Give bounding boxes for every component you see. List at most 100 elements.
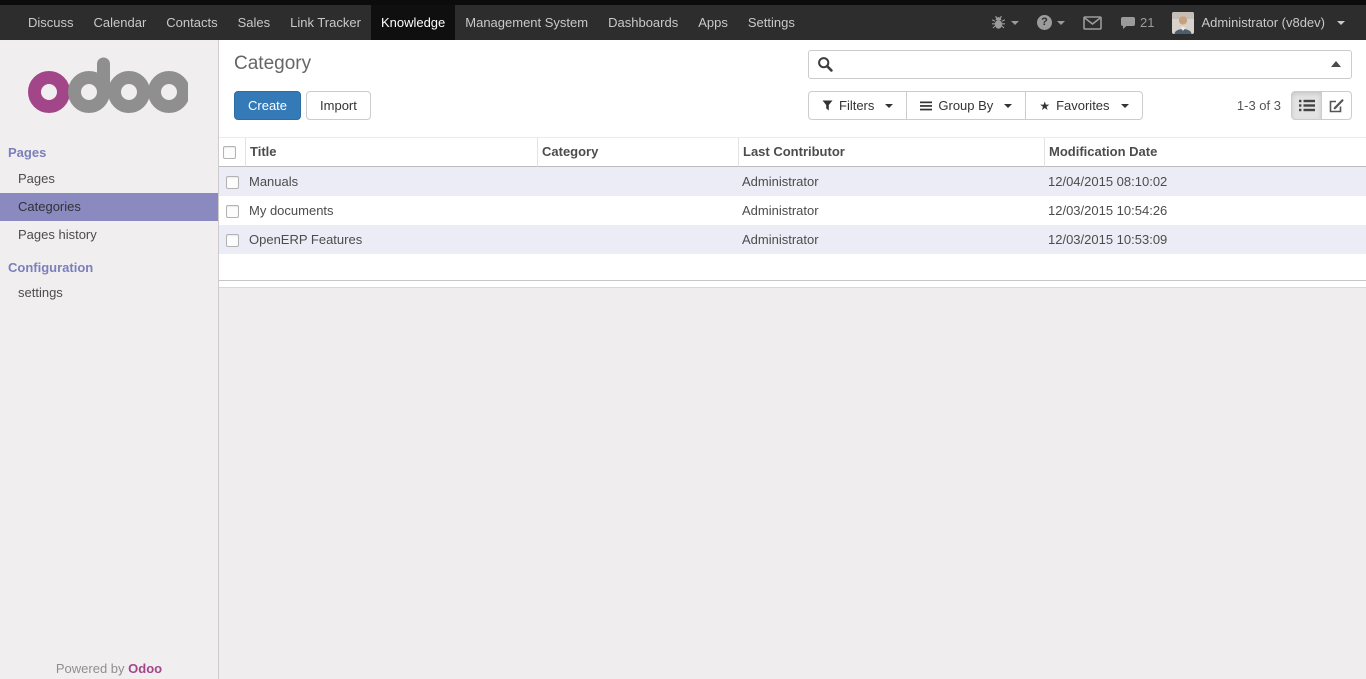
debug-menu-button[interactable]	[982, 5, 1028, 40]
view-panel: Category Create Import	[219, 40, 1366, 281]
column-header-category[interactable]: Category	[537, 137, 738, 167]
panel-footer-strip	[219, 281, 1366, 288]
group-by-icon	[920, 101, 932, 111]
page-title: Category	[234, 53, 311, 75]
avatar	[1172, 12, 1194, 34]
row-checkbox[interactable]	[226, 234, 239, 247]
cell-last-contributor: Administrator	[738, 225, 1044, 254]
records-table: Title Category Last Contributor Modifica…	[219, 137, 1366, 280]
chevron-down-icon	[1004, 104, 1012, 108]
table-row[interactable]: Manuals Administrator 12/04/2015 08:10:0…	[219, 167, 1366, 196]
sidebar-item-settings[interactable]: settings	[0, 279, 218, 307]
chevron-down-icon	[885, 104, 893, 108]
chat-bubble-icon	[1120, 16, 1136, 30]
table-row[interactable]: My documents Administrator 12/03/2015 10…	[219, 196, 1366, 225]
control-panel: Category Create Import	[219, 48, 1366, 120]
empty-row	[219, 254, 1366, 280]
systray: ? 21 Administrator (v8dev)	[982, 5, 1366, 40]
odoo-logo[interactable]	[28, 56, 188, 114]
star-icon: ★	[1039, 100, 1050, 112]
powered-by-prefix: Powered by	[56, 661, 125, 676]
powered-by-brand[interactable]: Odoo	[128, 661, 162, 676]
main-content: Category Create Import	[219, 40, 1366, 679]
help-menu-button[interactable]: ?	[1028, 5, 1074, 40]
chevron-down-icon	[1337, 21, 1345, 25]
menu-settings[interactable]: Settings	[738, 5, 805, 40]
cell-category	[537, 225, 738, 254]
user-menu[interactable]: Administrator (v8dev)	[1163, 5, 1354, 40]
menu-discuss[interactable]: Discuss	[18, 5, 84, 40]
chat-button[interactable]: 21	[1111, 5, 1163, 40]
menu-apps[interactable]: Apps	[688, 5, 738, 40]
column-header-last-contributor[interactable]: Last Contributor	[738, 137, 1044, 167]
form-view-button[interactable]	[1321, 91, 1352, 120]
menu-knowledge[interactable]: Knowledge	[371, 5, 455, 40]
group-by-label: Group By	[938, 98, 993, 113]
favorites-button[interactable]: ★ Favorites	[1025, 91, 1142, 120]
row-checkbox-cell	[219, 167, 245, 196]
menu-sales[interactable]: Sales	[228, 5, 281, 40]
cell-category	[537, 196, 738, 225]
chevron-down-icon	[1121, 104, 1129, 108]
sidebar-item-categories[interactable]: Categories	[0, 193, 218, 221]
column-header-modification-date[interactable]: Modification Date	[1044, 137, 1366, 167]
group-by-button[interactable]: Group By	[906, 91, 1026, 120]
content-background	[219, 288, 1366, 679]
search-expand-icon[interactable]	[1331, 61, 1341, 67]
user-name: Administrator (v8dev)	[1201, 15, 1325, 30]
select-all-checkbox[interactable]	[223, 146, 236, 159]
filters-button[interactable]: Filters	[808, 91, 907, 120]
cell-title: Manuals	[245, 167, 537, 196]
edit-form-icon	[1329, 99, 1344, 113]
top-navbar: Discuss Calendar Contacts Sales Link Tra…	[0, 0, 1366, 40]
sidebar-item-pages[interactable]: Pages	[0, 165, 218, 193]
cell-last-contributor: Administrator	[738, 167, 1044, 196]
create-button[interactable]: Create	[234, 91, 301, 120]
menu-dashboards[interactable]: Dashboards	[598, 5, 688, 40]
chat-count-badge: 21	[1140, 15, 1154, 30]
menu-contacts[interactable]: Contacts	[156, 5, 227, 40]
row-checkbox[interactable]	[226, 205, 239, 218]
list-view-button[interactable]	[1291, 91, 1322, 120]
envelope-icon	[1083, 16, 1102, 30]
view-switcher	[1291, 91, 1352, 120]
menu-management-system[interactable]: Management System	[455, 5, 598, 40]
cell-title: My documents	[245, 196, 537, 225]
cell-modification-date: 12/03/2015 10:54:26	[1044, 196, 1366, 225]
search-box	[808, 50, 1352, 79]
column-header-title[interactable]: Title	[245, 137, 537, 167]
help-icon: ?	[1037, 15, 1052, 30]
filter-icon	[822, 100, 833, 111]
cell-category	[537, 167, 738, 196]
cell-modification-date: 12/03/2015 10:53:09	[1044, 225, 1366, 254]
menu-link-tracker[interactable]: Link Tracker	[280, 5, 371, 40]
row-checkbox-cell	[219, 225, 245, 254]
cell-last-contributor: Administrator	[738, 196, 1044, 225]
pager: 1-3 of 3	[1237, 98, 1281, 113]
bug-icon	[991, 15, 1006, 30]
select-all-cell	[219, 137, 245, 167]
sidebar: Pages Pages Categories Pages history Con…	[0, 40, 219, 679]
menu-calendar[interactable]: Calendar	[84, 5, 157, 40]
favorites-label: Favorites	[1056, 98, 1109, 113]
search-icon	[817, 56, 833, 72]
search-options-group: Filters Group By	[808, 91, 1143, 120]
cell-modification-date: 12/04/2015 08:10:02	[1044, 167, 1366, 196]
table-header-row: Title Category Last Contributor Modifica…	[219, 137, 1366, 167]
list-view-icon	[1299, 99, 1315, 112]
search-input[interactable]	[839, 57, 1331, 72]
chevron-down-icon	[1011, 21, 1019, 25]
chevron-down-icon	[1057, 21, 1065, 25]
table-row[interactable]: OpenERP Features Administrator 12/03/201…	[219, 225, 1366, 254]
row-checkbox-cell	[219, 196, 245, 225]
powered-by: Powered by Odoo	[0, 661, 218, 676]
filters-label: Filters	[839, 98, 874, 113]
sidebar-section-pages: Pages	[0, 140, 218, 165]
sidebar-item-pages-history[interactable]: Pages history	[0, 221, 218, 249]
sidebar-section-configuration: Configuration	[0, 257, 218, 279]
import-button[interactable]: Import	[306, 91, 371, 120]
row-checkbox[interactable]	[226, 176, 239, 189]
messages-button[interactable]	[1074, 5, 1111, 40]
cell-title: OpenERP Features	[245, 225, 537, 254]
main-menu: Discuss Calendar Contacts Sales Link Tra…	[0, 5, 805, 40]
